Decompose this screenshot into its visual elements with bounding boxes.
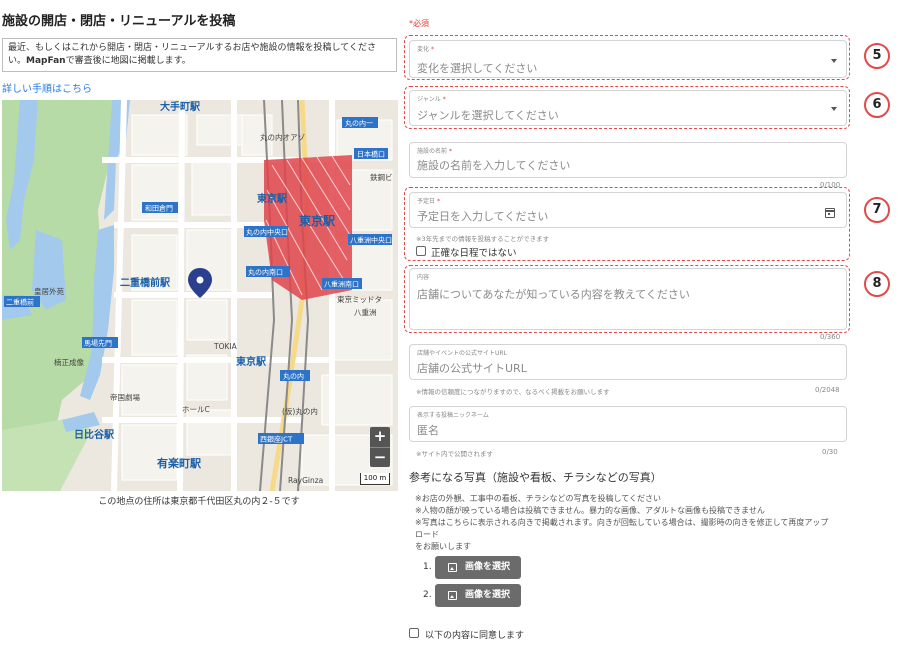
page-title: 施設の開店・閉店・リニューアルを投稿	[2, 14, 236, 29]
nickname-counter: 0/30	[822, 448, 838, 456]
annotation-badge-7: 7	[864, 197, 890, 223]
select-image-label: 画像を選択	[465, 590, 511, 600]
annotation-badge-5: 5	[864, 43, 890, 69]
nickname-field[interactable]: 表示する投稿ニックネーム 匿名	[409, 406, 847, 442]
map-label-kusunoki: 楠正成像	[54, 357, 84, 367]
upload-row-number: 1.	[423, 562, 432, 572]
map-label-hibiya: 日比谷駅	[74, 428, 115, 441]
map-label-yurakucho: 有楽町駅	[157, 456, 201, 470]
image-icon	[448, 591, 457, 600]
map[interactable]: 大手町駅 東京駅 東京駅 東京駅 二重橋前駅 日比谷駅 有楽町駅 丸の内オアゾ …	[2, 100, 398, 491]
map-label-tokyo-3: 東京駅	[236, 355, 267, 368]
facility-name-input: 施設の名前を入力してください	[417, 159, 571, 172]
map-tag-babasakimon: 馬場先門	[84, 339, 112, 348]
map-tag-yaesu-minami: 八重洲南口	[324, 280, 359, 289]
map-label-horu: ホールC	[182, 405, 210, 414]
photos-note-3: ※写真はこちらに表示される向きで掲載されます。向きが回転している場合は、撮影時の…	[415, 518, 829, 539]
facility-name-label: 施設の名前 *	[417, 148, 453, 155]
notice-text-1: 最近、もしくはこれから開店・閉店・リニューアルするお店や施設の情報を投稿してくだ…	[8, 43, 377, 53]
annotation-box-6	[404, 86, 850, 129]
annotation-badge-8: 8	[864, 271, 890, 297]
notice-text-3: で審査後に地図に掲載します。	[65, 56, 191, 66]
map-scale: 100 m	[360, 473, 390, 485]
photos-notes: ※お店の外観、工事中の看板、チラシなどの写真を投稿してください ※人物の顔が映っ…	[415, 493, 835, 553]
map-label-kokyo-gaien: 皇居外苑	[34, 286, 64, 296]
photos-note-4: をお願いします	[415, 542, 471, 551]
map-label-kan: (仮)丸の内	[282, 406, 318, 416]
map-label-midtown: 東京ミッドタ	[337, 294, 382, 304]
nickname-input: 匿名	[417, 424, 439, 437]
select-image-button-2[interactable]: 画像を選択	[435, 584, 521, 607]
map-label-tokyo-2: 東京駅	[299, 213, 336, 228]
notice-box: 最近、もしくはこれから開店・閉店・リニューアルするお店や施設の情報を投稿してくだ…	[2, 38, 397, 72]
map-tag-nihonbashi: 日本橋口	[357, 150, 385, 159]
url-counter: 0/2048	[815, 386, 840, 394]
map-label-teikoku: 帝国劇場	[110, 392, 140, 402]
nickname-helper: ※サイト内で公開されます	[416, 450, 493, 458]
url-label: 店舗やイベントの公式サイトURL	[417, 350, 507, 357]
annotation-box-8	[404, 265, 850, 333]
map-tag-marunouchi-minami: 丸の内南口	[248, 268, 283, 277]
facility-name-field[interactable]: 施設の名前 * 施設の名前を入力してください	[409, 142, 847, 178]
annotation-box-5	[404, 35, 850, 80]
agree-label: 以下の内容に同意します	[425, 631, 525, 641]
map-zoom-control: + −	[370, 427, 390, 467]
map-label-nijubashimae: 二重橋前駅	[120, 276, 171, 289]
page: 施設の開店・閉店・リニューアルを投稿 最近、もしくはこれから開店・閉店・リニュー…	[0, 0, 900, 650]
nickname-label: 表示する投稿ニックネーム	[417, 412, 489, 419]
map-canvas[interactable]: 大手町駅 東京駅 東京駅 東京駅 二重橋前駅 日比谷駅 有楽町駅 丸の内オアゾ …	[2, 100, 398, 491]
map-address: この地点の住所は東京都千代田区丸の内２-５です	[98, 497, 300, 507]
map-tag-marunouchi2: 丸の内	[283, 372, 304, 381]
map-label-otemachi: 大手町駅	[160, 100, 201, 113]
annotation-badge-6: 6	[864, 92, 890, 118]
agree-checkbox[interactable]	[409, 628, 419, 638]
select-image-button-1[interactable]: 画像を選択	[435, 556, 521, 579]
map-label-tetsudo: 鉄鋼ビ	[370, 172, 393, 182]
map-label-rayginza: RayGinza	[288, 476, 323, 485]
image-icon	[448, 563, 457, 572]
zoom-out-button[interactable]: −	[370, 447, 390, 467]
upload-row-number: 2.	[423, 590, 432, 600]
map-tag-marunouchi1: 丸の内一	[345, 119, 373, 128]
photos-note-2: ※人物の顔が映っている場合は投稿できません。暴力的な画像、アダルトな画像も投稿で…	[415, 506, 765, 515]
help-link[interactable]: 詳しい手順はこちら	[2, 80, 92, 95]
map-tag-nijubashimae: 二重橋前	[6, 298, 34, 307]
map-label-tokia: TOKIA	[213, 342, 238, 351]
required-note: *必須	[409, 19, 429, 28]
zoom-in-button[interactable]: +	[370, 427, 390, 447]
map-tag-yaesu-chuo: 八重洲中央口	[350, 236, 392, 245]
url-input: 店舗の公式サイトURL	[417, 362, 527, 375]
map-label-oazo: 丸の内オアゾ	[260, 132, 305, 142]
photos-title: 参考になる写真（施設や看板、チラシなどの写真）	[409, 471, 662, 484]
annotation-box-7	[404, 187, 850, 261]
notice-text-2: い。	[8, 56, 27, 66]
photos-note-1: ※お店の外観、工事中の看板、チラシなどの写真を投稿してください	[415, 494, 662, 503]
map-tag-jct: 西銀座JCT	[260, 435, 293, 444]
notice-brand: MapFan	[26, 56, 66, 66]
select-image-label: 画像を選択	[465, 562, 511, 572]
map-label-yaesu: 八重洲	[354, 308, 377, 317]
url-field[interactable]: 店舗やイベントの公式サイトURL 店舗の公式サイトURL	[409, 344, 847, 380]
map-label-tokyo-1: 東京駅	[257, 192, 288, 205]
map-tag-wadakuramon: 和田倉門	[145, 204, 173, 213]
content-counter: 0/360	[820, 333, 841, 341]
url-helper: ※情報の信頼度につながりますので、なるべく掲載をお願いします	[416, 388, 610, 396]
map-tag-marunouchi-chuo: 丸の内中央口	[246, 228, 288, 237]
